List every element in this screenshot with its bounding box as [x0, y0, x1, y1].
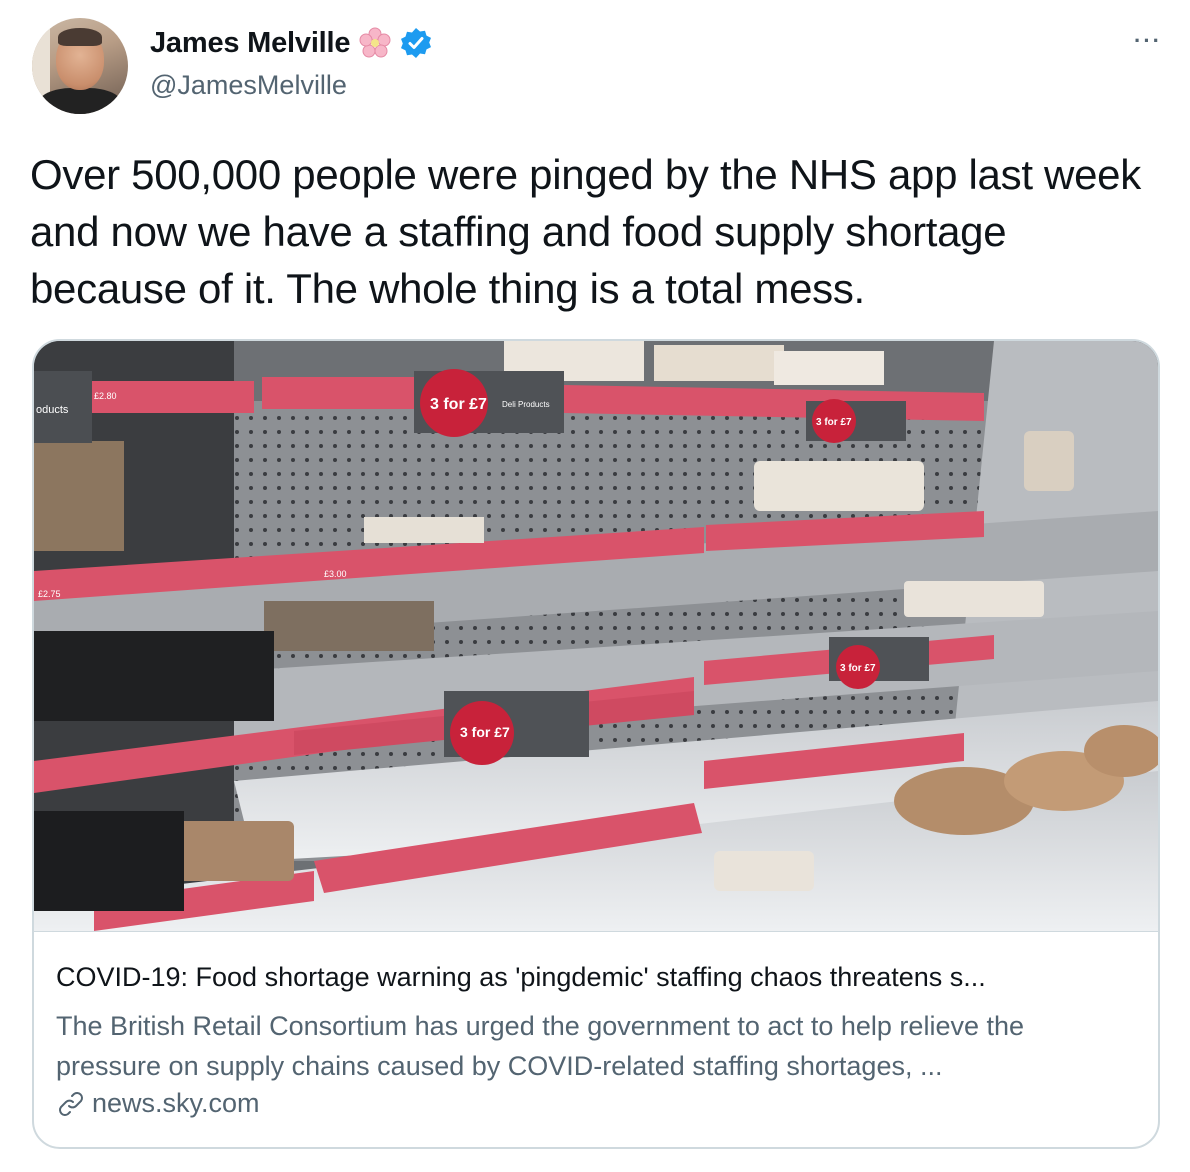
promo-2-text: 3 for £7: [816, 417, 852, 428]
supermarket-empty-shelves-photo[interactable]: oducts 3 for £7 Deli Products 3 for £7 3…: [34, 341, 1158, 931]
verified-badge-icon: [400, 27, 432, 59]
promo-3-text: 3 for £7: [840, 663, 876, 674]
price-tag-b: £2.75: [38, 589, 61, 599]
avatar-shirt: [38, 88, 122, 114]
tweet-text: Over 500,000 people were pinged by the N…: [30, 151, 1141, 312]
link-card-domain-row[interactable]: news.sky.com: [56, 1088, 260, 1119]
link-card-meta[interactable]: COVID-19: Food shortage warning as 'ping…: [34, 931, 1158, 1147]
price-tag-a: £2.80: [94, 391, 117, 401]
author-name[interactable]: James Melville: [150, 27, 351, 60]
link-card-title[interactable]: COVID-19: Food shortage warning as 'ping…: [56, 962, 1136, 993]
more-options-icon[interactable]: ···: [1122, 26, 1162, 56]
tweet-header: James Melville @JamesMelville ···: [32, 18, 1162, 118]
promo-badge-4: 3 for £7: [444, 691, 589, 765]
link-card-description: The British Retail Consortium has urged …: [56, 1011, 1025, 1081]
author-avatar[interactable]: [32, 18, 128, 114]
link-card-domain[interactable]: news.sky.com: [92, 1088, 260, 1119]
promo-4-text: 3 for £7: [460, 724, 510, 740]
deli-label-1: Deli Products: [502, 400, 550, 409]
link-card[interactable]: oducts 3 for £7 Deli Products 3 for £7 3…: [32, 339, 1160, 1149]
author-handle[interactable]: @JamesMelville: [150, 70, 347, 101]
promo-1-text: 3 for £7: [430, 396, 487, 413]
promo-badge-1: 3 for £7 Deli Products: [414, 369, 564, 437]
author-name-row: James Melville: [150, 26, 432, 60]
promo-badge-2: 3 for £7: [806, 399, 906, 443]
link-icon: [56, 1089, 86, 1119]
shelf-photo-illustration: oducts 3 for £7 Deli Products 3 for £7 3…: [34, 341, 1158, 931]
price-tag-c: £3.00: [324, 569, 347, 579]
side-label-text: oducts: [36, 404, 69, 416]
cherry-blossom-icon: [358, 26, 392, 60]
avatar-hair: [58, 28, 102, 46]
